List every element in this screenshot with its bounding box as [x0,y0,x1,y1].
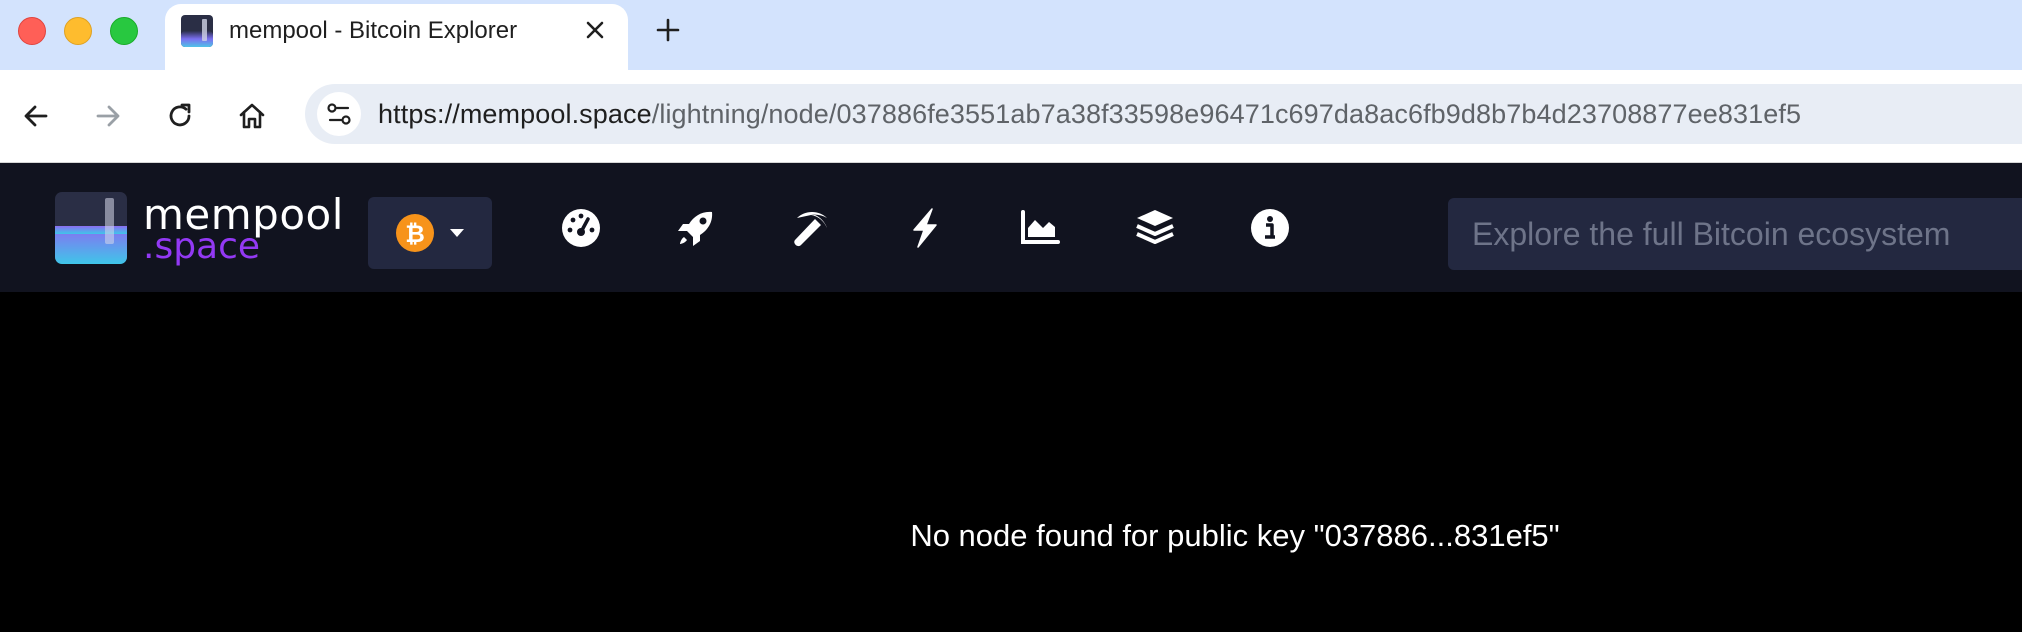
search-input[interactable] [1448,198,2022,270]
mempool-logo[interactable]: mempool .space [55,190,355,267]
address-bar[interactable]: https://mempool.space/lightning/node/037… [305,84,2022,144]
network-selector[interactable]: ₿ [368,197,492,269]
window-minimize-button[interactable] [64,17,92,45]
dashboard-icon[interactable] [559,206,603,250]
site-info-button[interactable] [317,92,361,136]
reload-icon[interactable] [164,100,196,132]
window-close-button[interactable] [18,17,46,45]
layers-icon[interactable] [1133,206,1177,250]
svg-text:₿: ₿ [405,220,425,248]
lightning-icon[interactable] [903,206,947,250]
window-maximize-button[interactable] [110,17,138,45]
logo-text-space: .space [143,226,261,267]
area-chart-icon[interactable] [1018,206,1062,250]
bitcoin-icon: ₿ [396,214,464,252]
back-arrow-icon[interactable] [20,100,52,132]
forward-arrow-icon[interactable] [92,100,124,132]
mempool-favicon-icon [181,15,213,47]
main-content: No node found for public key "037886...8… [0,292,2022,632]
url-path: /lightning/node/037886fe3551ab7a38f33598… [651,99,1802,129]
browser-tab-active[interactable]: mempool - Bitcoin Explorer [165,4,628,70]
rocket-icon[interactable] [674,206,718,250]
new-tab-plus-icon[interactable] [654,16,682,44]
browser-tab-strip: mempool - Bitcoin Explorer [0,0,2022,70]
url-text[interactable]: https://mempool.space/lightning/node/037… [378,99,1801,130]
tab-close-icon[interactable] [583,18,607,42]
home-icon[interactable] [236,100,268,132]
mempool-logo-icon [55,192,127,264]
tune-icon [327,103,351,125]
info-icon[interactable] [1248,206,1292,250]
tab-title: mempool - Bitcoin Explorer [229,17,518,44]
not-found-message: No node found for public key "037886...8… [910,518,1560,553]
browser-toolbar: https://mempool.space/lightning/node/037… [0,70,2022,163]
pickaxe-icon[interactable] [789,206,833,250]
site-header: mempool .space ₿ [0,163,2022,292]
url-host: https://mempool.space [378,99,652,129]
